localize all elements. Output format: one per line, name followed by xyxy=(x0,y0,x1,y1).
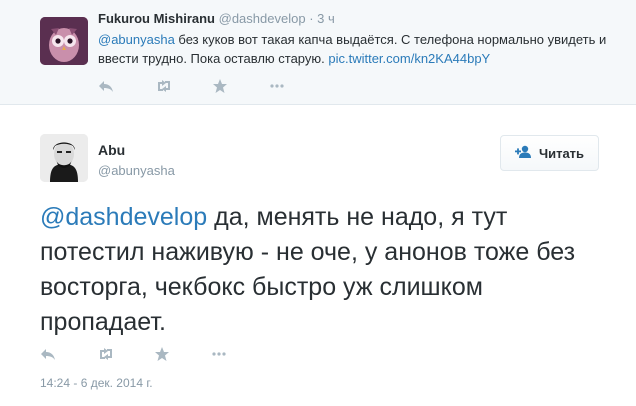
author-handle[interactable]: @abunyasha xyxy=(98,163,175,178)
author-name[interactable]: Abu xyxy=(98,142,125,158)
parent-tweet[interactable]: Fukurou Mishiranu @dashdevelop · 3 ч @ab… xyxy=(0,0,636,105)
more-icon[interactable] xyxy=(269,78,326,94)
tweet-actions xyxy=(40,346,268,362)
author-handle[interactable]: @dashdevelop xyxy=(219,11,306,26)
separator: · xyxy=(309,11,314,26)
author-name[interactable]: Fukurou Mishiranu xyxy=(98,11,215,26)
avatar[interactable] xyxy=(40,134,88,182)
reply-icon[interactable] xyxy=(40,346,97,362)
mention-link[interactable]: @abunyasha xyxy=(98,32,175,47)
reply-icon[interactable] xyxy=(98,78,155,94)
media-link[interactable]: pic.twitter.com/kn2KA44bpY xyxy=(328,51,490,66)
follow-button[interactable]: Читать xyxy=(500,135,599,171)
follow-label: Читать xyxy=(538,145,585,161)
favorite-icon[interactable] xyxy=(212,78,269,94)
add-user-icon xyxy=(514,145,533,162)
tweet-actions xyxy=(98,78,326,94)
mention-link[interactable]: @dashdevelop xyxy=(40,203,207,231)
retweet-icon[interactable] xyxy=(97,346,154,362)
favorite-icon[interactable] xyxy=(154,346,211,362)
tweet-text: @dashdevelop да, менять не надо, я тут п… xyxy=(40,200,600,340)
more-icon[interactable] xyxy=(211,346,268,362)
retweet-icon[interactable] xyxy=(155,78,212,94)
avatar[interactable] xyxy=(40,17,88,65)
tweet-timestamp[interactable]: 14:24 - 6 дек. 2014 г. xyxy=(40,376,153,390)
tweet-time[interactable]: 3 ч xyxy=(317,11,335,26)
tweet-header: Fukurou Mishiranu @dashdevelop · 3 ч xyxy=(98,11,335,26)
tweet-text: @abunyasha без куков вот такая капча выд… xyxy=(98,30,618,68)
